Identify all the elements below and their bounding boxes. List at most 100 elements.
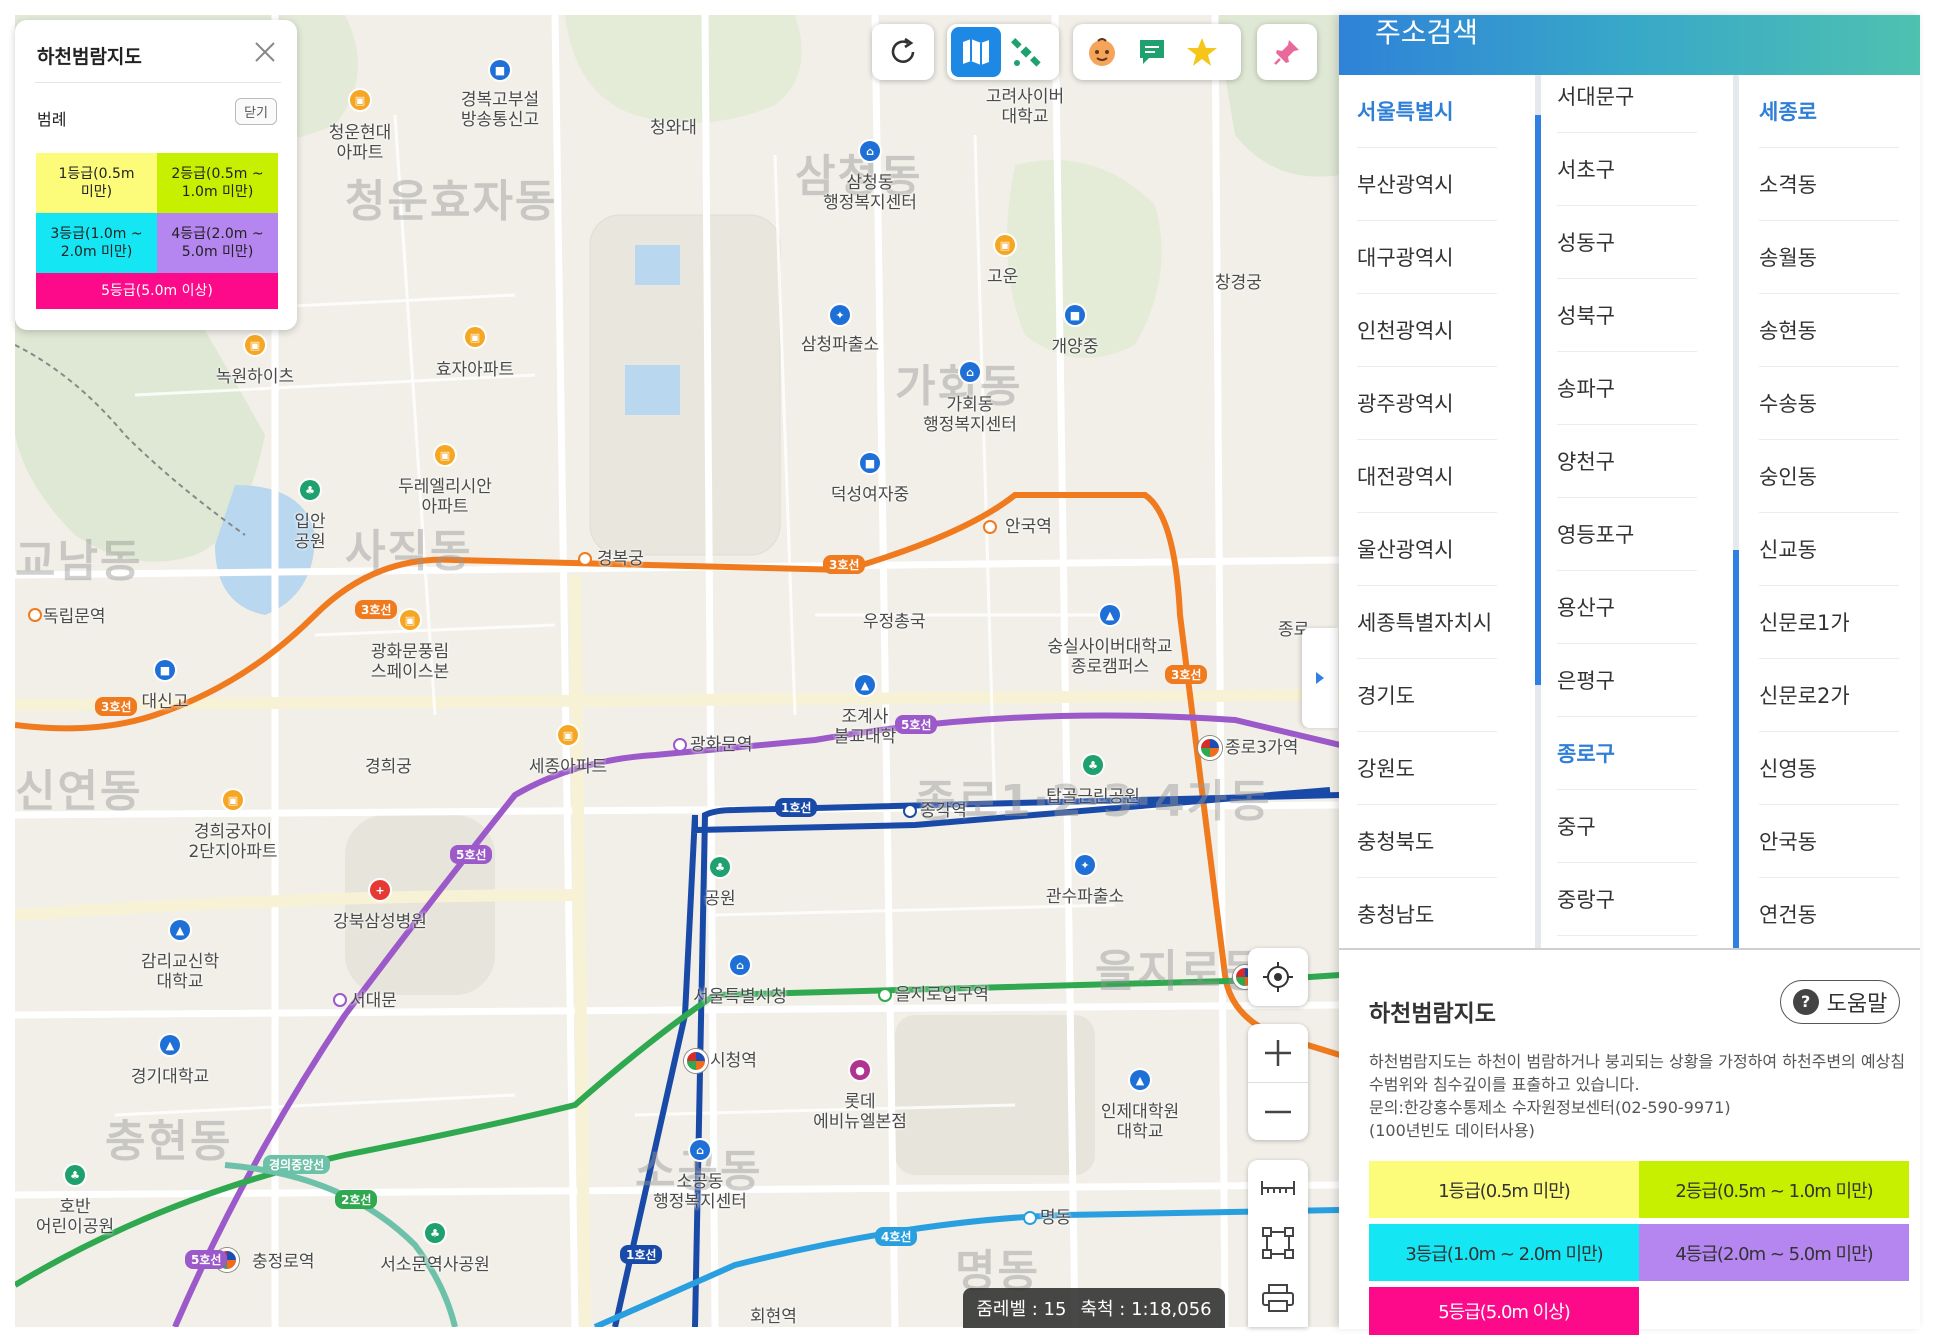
poi-shopping-icon[interactable]: ●	[850, 1060, 870, 1080]
station-marker[interactable]	[673, 738, 687, 752]
province-item[interactable]: 충청북도	[1357, 805, 1497, 878]
dong-item[interactable]: 안국동	[1759, 805, 1899, 878]
poi-school-icon[interactable]: ■	[1065, 305, 1085, 325]
poi-park-icon[interactable]: ♣	[425, 1223, 445, 1243]
poi-hospital-icon[interactable]: +	[370, 880, 390, 900]
district-item[interactable]: 서초구	[1557, 133, 1697, 206]
district-item[interactable]: 중구	[1557, 790, 1697, 863]
locate-button[interactable]	[1248, 948, 1308, 1006]
province-item[interactable]: 대구광역시	[1357, 221, 1497, 294]
poi-police-icon[interactable]: ✦	[1075, 855, 1095, 875]
poi-apartment-icon[interactable]: ▣	[435, 445, 455, 465]
panel-toggle-button[interactable]	[1302, 628, 1338, 728]
poi-park-icon[interactable]: ♣	[1083, 755, 1103, 775]
info-grade-1: 1등급(0.5m 미만)	[1369, 1161, 1639, 1218]
station-marker[interactable]	[333, 993, 347, 1007]
poi-apartment-icon[interactable]: ▣	[558, 725, 578, 745]
dong-item[interactable]: 신문로1가	[1759, 586, 1899, 659]
poi-office-icon[interactable]: ⌂	[860, 141, 880, 161]
poi-apartment-icon[interactable]: ▣	[245, 335, 265, 355]
station-marker[interactable]	[1023, 1211, 1037, 1225]
poi-police-icon[interactable]: ✦	[830, 305, 850, 325]
kid-button[interactable]	[1077, 27, 1127, 77]
dong-item[interactable]: 신교동	[1759, 513, 1899, 586]
dong-item[interactable]: 송현동	[1759, 294, 1899, 367]
station-marker[interactable]	[578, 552, 592, 566]
province-item[interactable]: 대전광역시	[1357, 440, 1497, 513]
poi-apartment-icon[interactable]: ▣	[400, 610, 420, 630]
district-item[interactable]: 서대문구	[1557, 60, 1697, 133]
poi-office-icon[interactable]: ⌂	[960, 362, 980, 382]
province-item[interactable]: 경기도	[1357, 659, 1497, 732]
dong-item[interactable]: 수송동	[1759, 367, 1899, 440]
poi-university-icon[interactable]: ▲	[855, 675, 875, 695]
dong-item[interactable]: 소격동	[1759, 148, 1899, 221]
poi-park-icon[interactable]: ♣	[300, 480, 320, 500]
favorite-button[interactable]	[1177, 27, 1227, 77]
province-item[interactable]: 충청남도	[1357, 878, 1497, 951]
district-item[interactable]: 성동구	[1557, 206, 1697, 279]
poi-office-icon[interactable]: ⌂	[690, 1140, 710, 1160]
district-item[interactable]: 용산구	[1557, 571, 1697, 644]
measure-area-button[interactable]	[1248, 1215, 1308, 1270]
poi-university-icon[interactable]: ▲	[1130, 1070, 1150, 1090]
dong-item[interactable]: 신영동	[1759, 732, 1899, 805]
legend-close-button[interactable]: 닫기	[235, 98, 277, 125]
district-item[interactable]: 은평구	[1557, 644, 1697, 717]
zoom-in-button[interactable]	[1248, 1024, 1308, 1083]
province-item[interactable]: 서울특별시	[1357, 75, 1497, 148]
poi-cityhall-icon[interactable]: ⌂	[730, 955, 750, 975]
district-list[interactable]: 서대문구 서초구 성동구 성북구 송파구 양천구 영등포구 용산구 은평구 종로구 중구 중랑구	[1557, 60, 1697, 945]
dong-item[interactable]: 송월동	[1759, 221, 1899, 294]
district-item[interactable]: 종로구	[1557, 717, 1697, 790]
poi-apartment-icon[interactable]: ▣	[465, 327, 485, 347]
poi-apartment-icon[interactable]: ▣	[223, 790, 243, 810]
station-marker[interactable]	[903, 804, 917, 818]
poi-school-icon[interactable]: ■	[860, 453, 880, 473]
province-item[interactable]: 광주광역시	[1357, 367, 1497, 440]
district-item[interactable]: 성북구	[1557, 279, 1697, 352]
dong-item[interactable]: 신문로2가	[1759, 659, 1899, 732]
comment-button[interactable]	[1127, 27, 1177, 77]
station-marker[interactable]	[28, 608, 42, 622]
district-scrollbar[interactable]	[1733, 550, 1739, 960]
pin-button[interactable]	[1262, 27, 1312, 77]
poi-school-icon[interactable]: ■	[490, 60, 510, 80]
district-item[interactable]: 영등포구	[1557, 498, 1697, 571]
province-item[interactable]: 인천광역시	[1357, 294, 1497, 367]
poi-university-icon[interactable]: ▲	[170, 920, 190, 940]
zoom-out-button[interactable]	[1248, 1083, 1308, 1141]
station-marker[interactable]	[983, 520, 997, 534]
poi-park-icon[interactable]: ♣	[65, 1165, 85, 1185]
poi-university-icon[interactable]: ▲	[1100, 605, 1120, 625]
province-item[interactable]: 강원도	[1357, 732, 1497, 805]
satellite-view-button[interactable]	[1001, 27, 1051, 77]
map-view-button[interactable]	[951, 27, 1001, 77]
dong-item[interactable]: 세종로	[1759, 75, 1899, 148]
station-marker[interactable]	[878, 988, 892, 1002]
close-icon[interactable]	[253, 40, 277, 64]
poi-park-icon[interactable]: ♣	[710, 857, 730, 877]
dong-item[interactable]: 숭인동	[1759, 440, 1899, 513]
dong-list[interactable]: 세종로 소격동 송월동 송현동 수송동 숭인동 신교동 신문로1가 신문로2가 신영동 안국동 연건동	[1759, 75, 1899, 960]
poi-university-icon[interactable]: ▲	[160, 1035, 180, 1055]
map-label: 효자아파트	[435, 360, 515, 380]
refresh-button[interactable]	[878, 27, 928, 77]
province-item[interactable]: 울산광역시	[1357, 513, 1497, 586]
transfer-station-marker[interactable]	[684, 1049, 708, 1073]
poi-building-icon[interactable]: ▣	[995, 235, 1015, 255]
province-item[interactable]: 세종특별자치시	[1357, 586, 1497, 659]
poi-school-icon[interactable]: ■	[155, 660, 175, 680]
province-item[interactable]: 부산광역시	[1357, 148, 1497, 221]
help-button[interactable]: ? 도움말	[1780, 980, 1900, 1024]
print-button[interactable]	[1248, 1270, 1308, 1325]
district-item[interactable]: 송파구	[1557, 352, 1697, 425]
dong-item[interactable]: 연건동	[1759, 878, 1899, 951]
transfer-station-marker[interactable]	[1198, 736, 1222, 760]
province-scrollbar[interactable]	[1535, 115, 1541, 685]
district-item[interactable]: 중랑구	[1557, 863, 1697, 936]
district-item[interactable]: 양천구	[1557, 425, 1697, 498]
poi-apartment-icon[interactable]: ▣	[350, 90, 370, 110]
measure-distance-button[interactable]	[1248, 1160, 1308, 1215]
province-list[interactable]: 서울특별시 부산광역시 대구광역시 인천광역시 광주광역시 대전광역시 울산광역시 세종특별자…	[1357, 75, 1497, 960]
